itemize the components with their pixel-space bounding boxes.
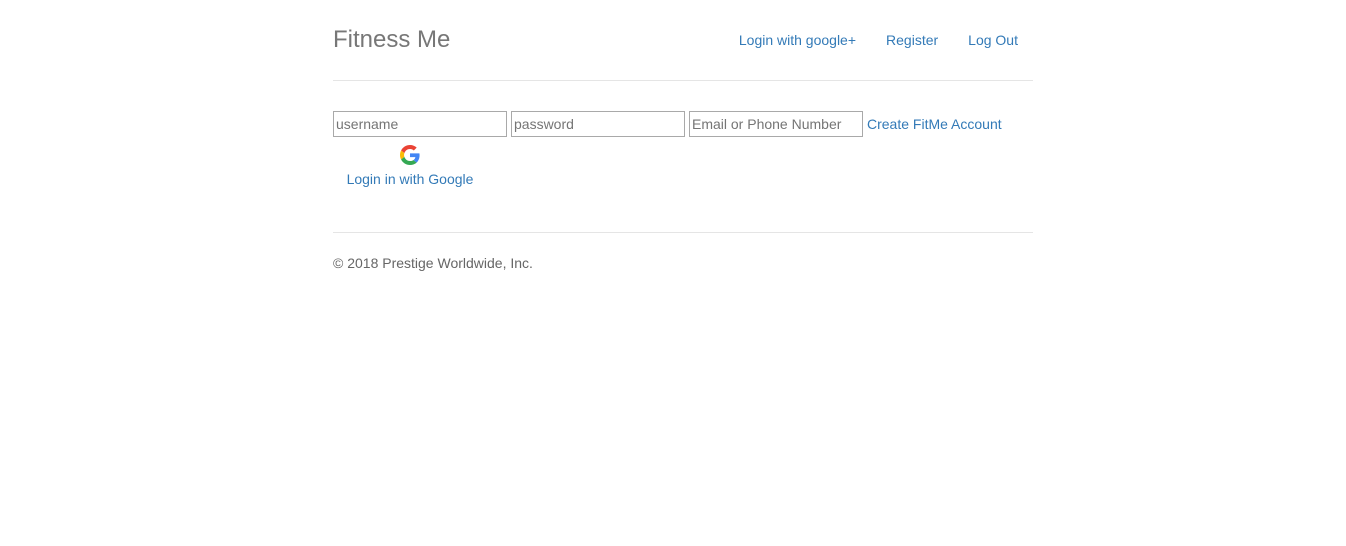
google-login-button[interactable]: Login in with Google <box>346 145 474 189</box>
google-login-label[interactable]: Login in with Google <box>346 169 474 189</box>
nav-register-link[interactable]: Register <box>871 30 953 50</box>
page-container: Fitness Me Login with google+ Register L… <box>333 0 1033 271</box>
password-input[interactable] <box>511 111 685 137</box>
create-account-link[interactable]: Create FitMe Account <box>867 111 1002 137</box>
nav-logout-link[interactable]: Log Out <box>953 30 1033 50</box>
login-form: Create FitMe Account <box>333 111 1002 137</box>
google-icon <box>400 145 420 165</box>
top-nav: Login with google+ Register Log Out <box>724 30 1033 50</box>
email-phone-input[interactable] <box>689 111 863 137</box>
header: Fitness Me Login with google+ Register L… <box>333 0 1033 81</box>
username-input[interactable] <box>333 111 507 137</box>
nav-login-google-link[interactable]: Login with google+ <box>724 30 871 50</box>
footer: © 2018 Prestige Worldwide, Inc. <box>333 232 1033 272</box>
brand-title[interactable]: Fitness Me <box>333 26 450 54</box>
copyright-text: © 2018 Prestige Worldwide, Inc. <box>333 255 533 271</box>
